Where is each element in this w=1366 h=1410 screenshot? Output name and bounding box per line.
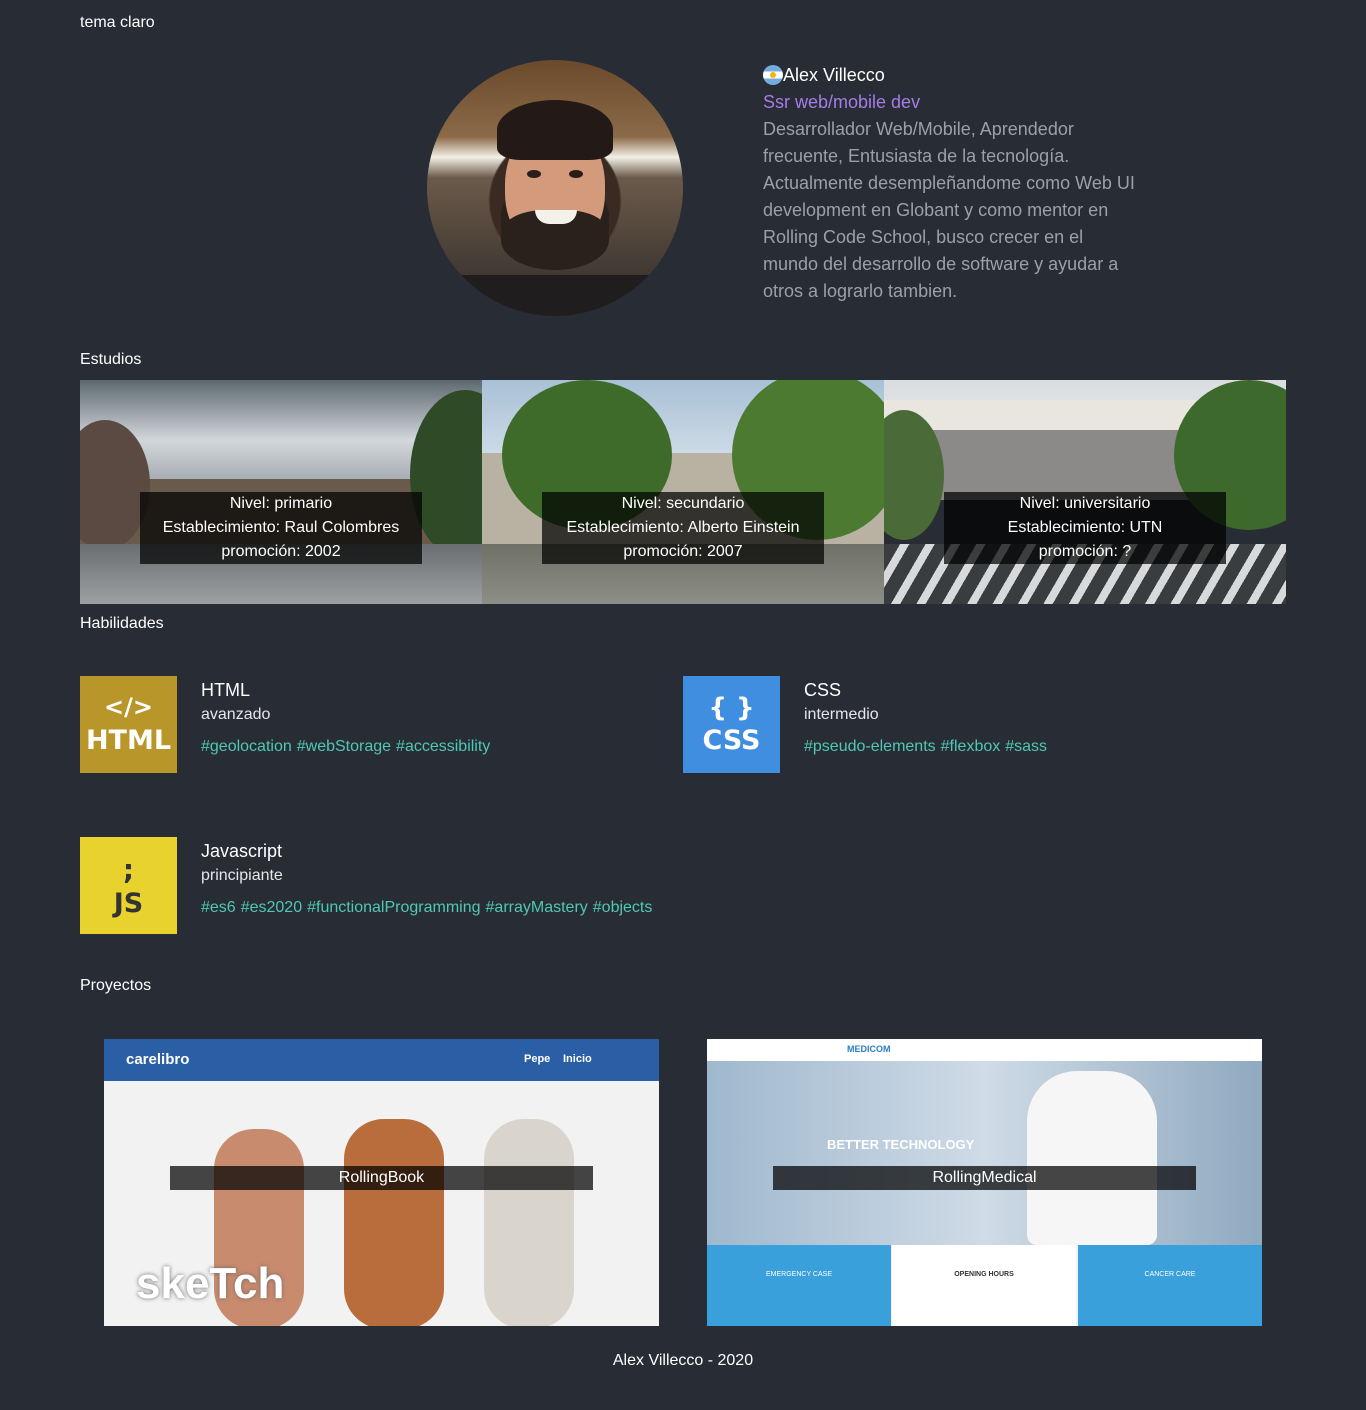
html-logo-text: HTML bbox=[85, 725, 172, 756]
rollingbook-brand: carelibro bbox=[126, 1051, 190, 1068]
rollingmedical-card: OPENING HOURS bbox=[892, 1245, 1076, 1326]
css-logo-symbol: { } bbox=[708, 693, 755, 723]
skill-level: avanzado bbox=[201, 706, 271, 723]
skill-javascript: ; JS Javascript principiante #es6 #es2020… bbox=[80, 837, 657, 934]
rollingbook-figure bbox=[484, 1119, 574, 1326]
study-year: promoción: 2007 bbox=[623, 543, 743, 560]
skill-name: Javascript bbox=[201, 841, 283, 861]
study-year: promoción: 2002 bbox=[221, 543, 341, 560]
study-card-primary: Nivel: primario Establecimiento: Raul Co… bbox=[80, 380, 482, 604]
rollingbook-nav-home: Inicio bbox=[563, 1053, 592, 1065]
study-card-university: Nivel: universitario Establecimiento: UT… bbox=[884, 380, 1286, 604]
rollingmedical-card-title: CANCER CARE bbox=[1144, 1271, 1196, 1278]
skill-css: { } CSS CSS intermedio #pseudo-elements #… bbox=[683, 676, 1052, 773]
profile-role: Ssr web/mobile dev bbox=[763, 92, 921, 112]
skill-name: CSS bbox=[804, 680, 842, 700]
project-caption: RollingBook bbox=[170, 1166, 593, 1190]
html-logo-symbol: </> bbox=[104, 693, 153, 721]
study-school: Establecimiento: Alberto Einstein bbox=[566, 519, 800, 536]
rollingmedical-card-title: EMERGENCY CASE bbox=[766, 1271, 832, 1278]
skill-tag[interactable]: #flexbox bbox=[941, 738, 1001, 755]
rollingmedical-brand: MEDICOM bbox=[847, 1044, 891, 1054]
skill-tags: #pseudo-elements #flexbox #sass bbox=[804, 738, 1052, 756]
skill-tag[interactable]: #arrayMastery bbox=[486, 899, 588, 916]
skills-section-title: Habilidades bbox=[80, 615, 164, 632]
study-school: Establecimiento: UTN bbox=[1007, 519, 1163, 536]
profile-name-row: Alex Villecco bbox=[763, 62, 1143, 88]
skill-level: principiante bbox=[201, 867, 283, 884]
html-logo-icon: </> HTML bbox=[80, 676, 177, 773]
study-caption: Nivel: secundario Establecimiento: Alber… bbox=[542, 492, 824, 564]
skill-tag[interactable]: #webStorage bbox=[297, 738, 391, 755]
rollingmedical-card: CANCER CARE bbox=[1078, 1245, 1262, 1326]
rollingmedical-card-title: OPENING HOURS bbox=[954, 1271, 1014, 1278]
profile-name: Alex Villecco bbox=[783, 64, 885, 85]
js-logo-text: JS bbox=[113, 887, 144, 919]
skill-level: intermedio bbox=[804, 706, 879, 723]
skill-name: HTML bbox=[201, 680, 250, 700]
skill-tag[interactable]: #es2020 bbox=[241, 899, 302, 916]
skill-tag[interactable]: #geolocation bbox=[201, 738, 292, 755]
projects-section-title: Proyectos bbox=[80, 977, 152, 994]
rollingbook-navbar: carelibro Pepe Inicio bbox=[104, 1039, 659, 1081]
skill-tag[interactable]: #objects bbox=[593, 899, 653, 916]
rollingmedical-card: EMERGENCY CASE bbox=[707, 1245, 891, 1326]
skill-tag[interactable]: #sass bbox=[1005, 738, 1047, 755]
study-level: Nivel: universitario bbox=[1019, 495, 1151, 512]
skill-tag[interactable]: #es6 bbox=[201, 899, 236, 916]
rollingmedical-navbar: MEDICOM bbox=[707, 1039, 1262, 1061]
study-caption: Nivel: primario Establecimiento: Raul Co… bbox=[140, 492, 422, 564]
rollingbook-sketch-text: skeTch bbox=[136, 1259, 285, 1308]
study-level: Nivel: secundario bbox=[621, 495, 745, 512]
study-card-secondary: Nivel: secundario Establecimiento: Alber… bbox=[482, 380, 884, 604]
study-level: Nivel: primario bbox=[229, 495, 333, 512]
theme-toggle-button[interactable]: tema claro bbox=[80, 14, 155, 32]
study-school: Establecimiento: Raul Colombres bbox=[162, 519, 400, 536]
js-logo-symbol: ; bbox=[122, 852, 135, 886]
rollingmedical-hero: BETTER TECHNOLOGY bbox=[707, 1061, 1262, 1245]
rollingbook-nav-user: Pepe bbox=[524, 1053, 551, 1065]
project-card-rollingmedical[interactable]: MEDICOM BETTER TECHNOLOGY EMERGENCY CASE… bbox=[707, 1039, 1262, 1326]
skill-tags: #geolocation #webStorage #accessibility bbox=[201, 738, 495, 756]
study-year: promoción: ? bbox=[1038, 543, 1132, 560]
skill-tags: #es6 #es2020 #functionalProgramming #arrayM… bbox=[201, 899, 657, 917]
project-caption: RollingMedical bbox=[773, 1166, 1196, 1190]
skill-tag[interactable]: #functionalProgramming bbox=[307, 899, 480, 916]
studies-section-title: Estudios bbox=[80, 351, 142, 368]
css-logo-icon: { } CSS bbox=[683, 676, 780, 773]
project-card-rollingbook[interactable]: carelibro Pepe Inicio skeTch RollingBook bbox=[104, 1039, 659, 1326]
studies-gallery: Nivel: primario Establecimiento: Raul Co… bbox=[80, 380, 1286, 604]
skill-tag[interactable]: #pseudo-elements bbox=[804, 738, 936, 755]
css-logo-text: CSS bbox=[702, 725, 761, 756]
study-caption: Nivel: universitario Establecimiento: UT… bbox=[944, 492, 1226, 564]
footer-text: Alex Villecco - 2020 bbox=[612, 1352, 754, 1369]
profile-info: Alex Villecco Ssr web/mobile dev Desarro… bbox=[763, 60, 1143, 305]
profile-avatar bbox=[427, 60, 683, 316]
profile-bio: Desarrollador Web/Mobile, Aprendedor fre… bbox=[763, 119, 1135, 301]
argentina-flag-icon bbox=[763, 65, 783, 85]
js-logo-icon: ; JS bbox=[80, 837, 177, 934]
skill-html: </> HTML HTML avanzado #geolocation #webS… bbox=[80, 676, 495, 773]
rollingbook-figure bbox=[344, 1119, 444, 1326]
rollingmedical-doctor bbox=[1027, 1071, 1157, 1245]
rollingmedical-hero-title: BETTER TECHNOLOGY bbox=[827, 1137, 975, 1152]
skill-tag[interactable]: #accessibility bbox=[396, 738, 490, 755]
